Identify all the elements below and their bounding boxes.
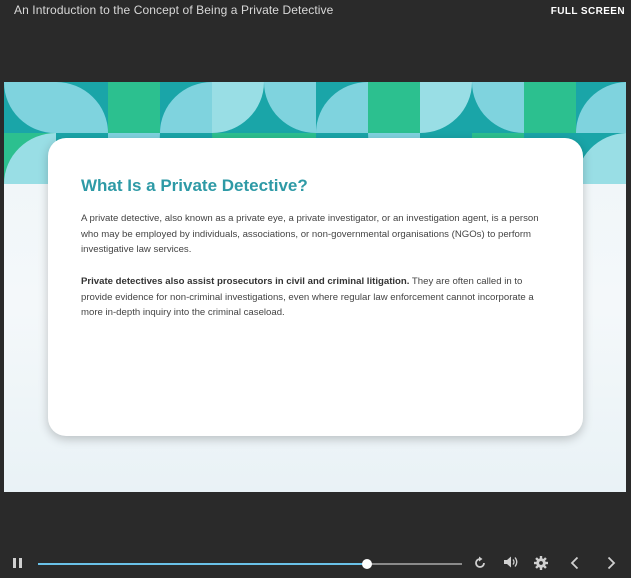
paragraph-bold-lead: Private detectives also assist prosecuto… xyxy=(81,276,410,287)
progress-bar[interactable] xyxy=(38,559,462,569)
player-controls xyxy=(0,548,631,578)
progress-fill xyxy=(38,563,367,565)
slide-heading: What Is a Private Detective? xyxy=(81,176,308,195)
next-icon[interactable] xyxy=(605,556,617,570)
content-card: What Is a Private Detective? A private d… xyxy=(48,138,583,436)
paragraph-litigation: Private detectives also assist prosecuto… xyxy=(81,274,551,321)
settings-icon[interactable] xyxy=(534,556,548,570)
top-bar: An Introduction to the Concept of Being … xyxy=(0,0,631,22)
slide-canvas: What Is a Private Detective? A private d… xyxy=(4,82,626,492)
progress-handle[interactable] xyxy=(361,559,372,569)
paragraph-definition: A private detective, also known as a pri… xyxy=(81,213,539,255)
fullscreen-button[interactable]: FULL SCREEN xyxy=(551,6,625,17)
volume-icon[interactable] xyxy=(503,555,519,569)
replay-icon[interactable] xyxy=(473,556,487,570)
previous-icon[interactable] xyxy=(569,556,581,570)
pause-icon[interactable] xyxy=(12,557,24,569)
course-title: An Introduction to the Concept of Being … xyxy=(14,3,334,17)
